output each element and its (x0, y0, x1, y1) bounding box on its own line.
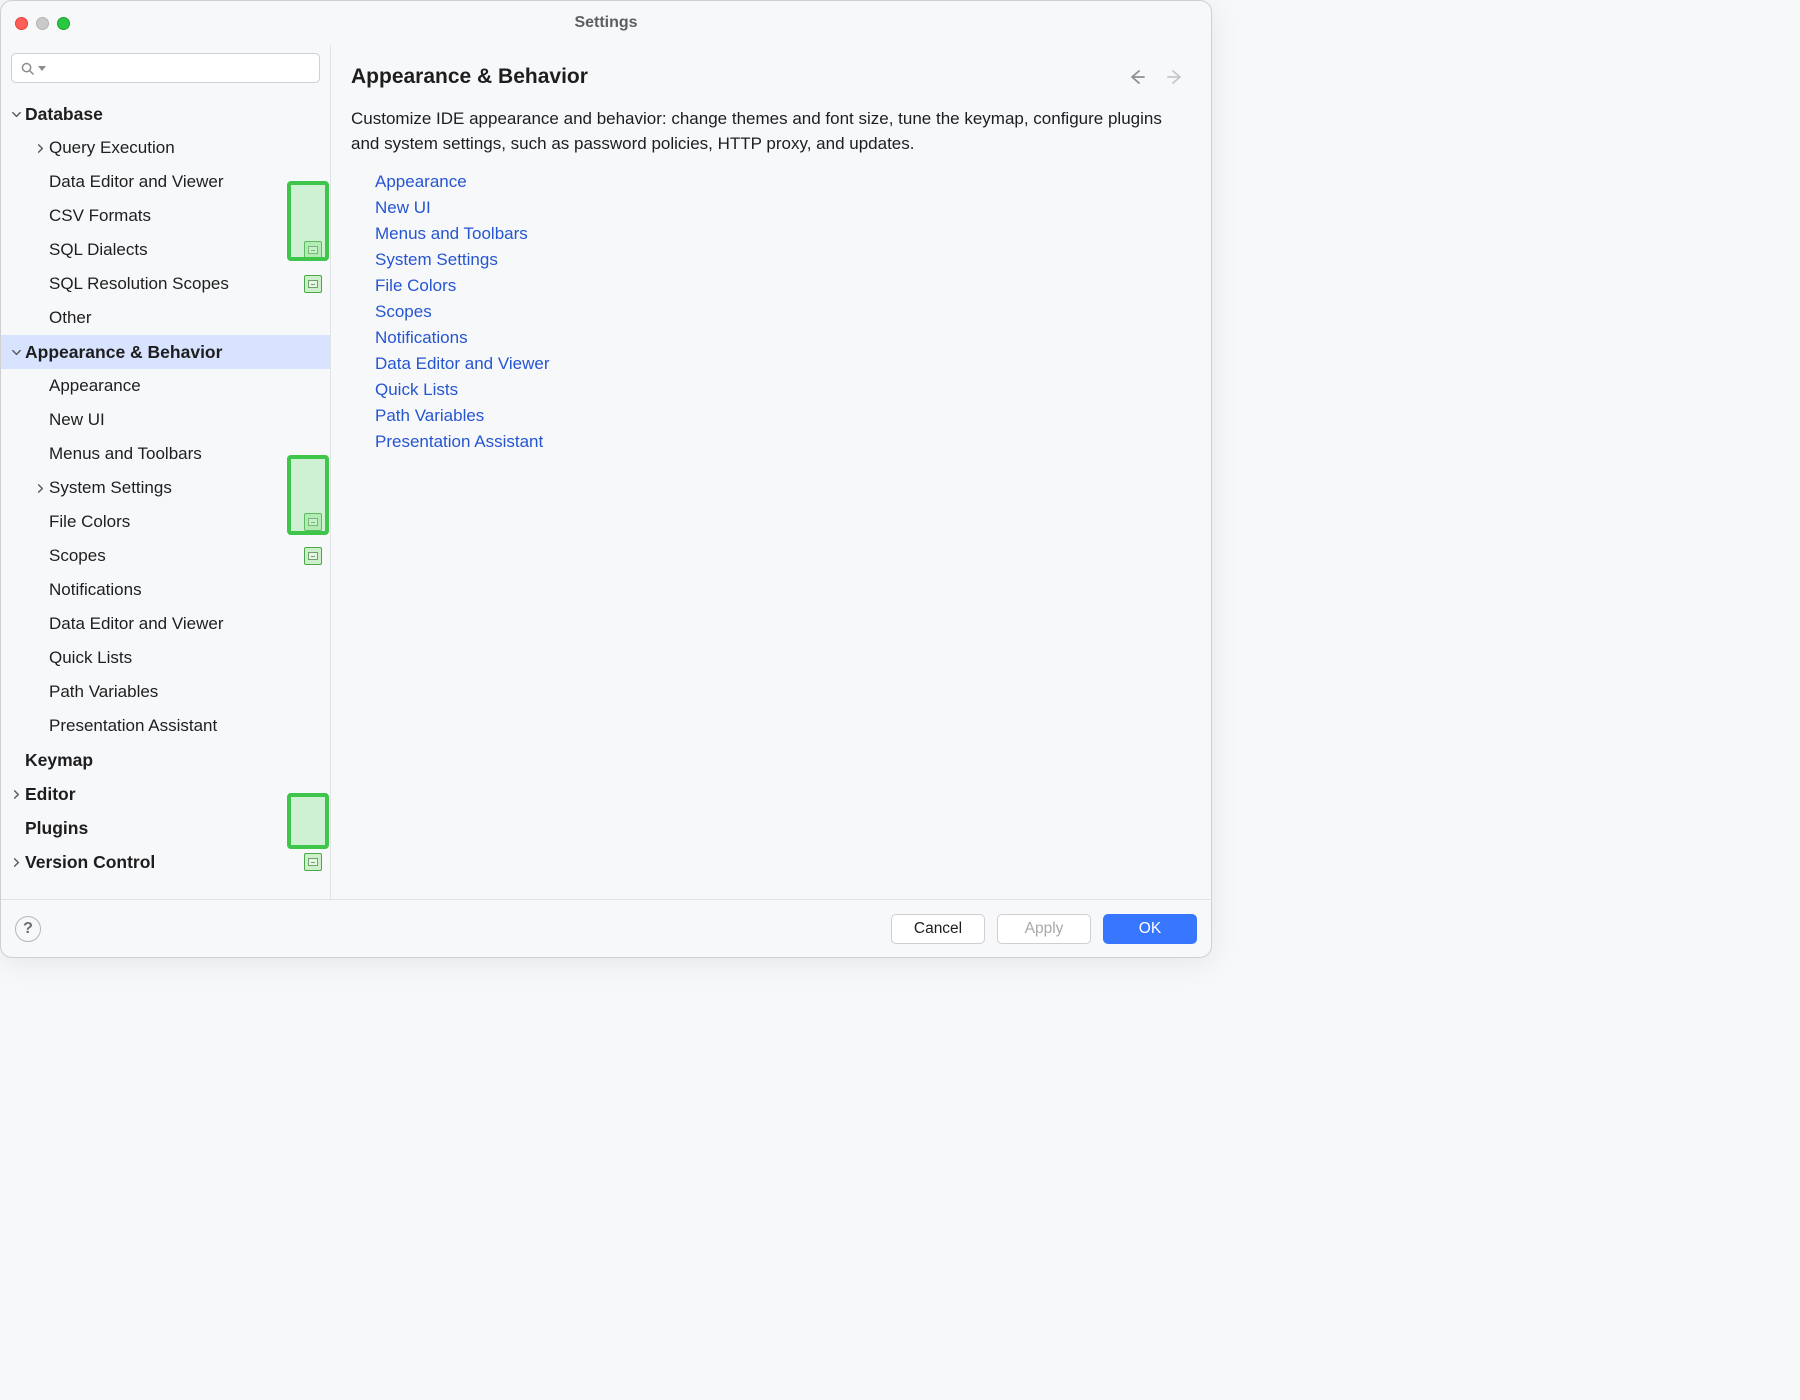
subpage-link[interactable]: Scopes (375, 302, 1185, 322)
nav-forward-button[interactable] (1165, 67, 1185, 87)
tree-item[interactable]: Appearance (1, 369, 330, 403)
apply-button[interactable]: Apply (997, 914, 1091, 944)
chevron-down-icon[interactable] (7, 347, 25, 358)
subpage-link[interactable]: Menus and Toolbars (375, 224, 1185, 244)
dialog-footer: ? Cancel Apply OK (1, 899, 1211, 957)
tree-item-label: Scopes (49, 546, 106, 566)
cancel-button[interactable]: Cancel (891, 914, 985, 944)
tree-item[interactable]: Menus and Toolbars (1, 437, 330, 471)
project-level-indicator-icon (304, 853, 322, 871)
tree-item-label: Menus and Toolbars (49, 444, 202, 464)
tree-item[interactable]: Scopes (1, 539, 330, 573)
tree-item[interactable]: Database (1, 97, 330, 131)
tree-item[interactable]: System Settings (1, 471, 330, 505)
minimize-window-button[interactable] (36, 17, 49, 30)
settings-window: Settings Database Query Execution Data Edi… (0, 0, 1212, 958)
subpage-link[interactable]: New UI (375, 198, 1185, 218)
subpage-link[interactable]: System Settings (375, 250, 1185, 270)
settings-search-input[interactable] (11, 53, 320, 83)
chevron-right-icon[interactable] (7, 789, 25, 800)
nav-back-button[interactable] (1127, 67, 1147, 87)
project-level-indicator-icon (304, 275, 322, 293)
tree-item-label: Other (49, 308, 92, 328)
tree-item-label: System Settings (49, 478, 172, 498)
project-level-indicator-icon (304, 513, 322, 531)
tree-item[interactable]: Editor (1, 777, 330, 811)
subpage-link[interactable]: File Colors (375, 276, 1185, 296)
tree-item-label: File Colors (49, 512, 130, 532)
tree-item[interactable]: Quick Lists (1, 641, 330, 675)
tree-item-label: Path Variables (49, 682, 158, 702)
tree-item-label: Notifications (49, 580, 142, 600)
settings-main-panel: Appearance & Behavior Customize IDE appe… (331, 45, 1211, 899)
chevron-right-icon[interactable] (7, 857, 25, 868)
search-history-dropdown-icon[interactable] (38, 66, 46, 71)
tree-item[interactable]: Path Variables (1, 675, 330, 709)
tree-item-label: CSV Formats (49, 206, 151, 226)
tree-item[interactable]: Query Execution (1, 131, 330, 165)
subpage-link[interactable]: Data Editor and Viewer (375, 354, 1185, 374)
chevron-right-icon[interactable] (31, 483, 49, 494)
subpage-link[interactable]: Appearance (375, 172, 1185, 192)
window-controls (15, 17, 70, 30)
tree-item[interactable]: CSV Formats (1, 199, 330, 233)
tree-item[interactable]: Other (1, 301, 330, 335)
subpage-link[interactable]: Path Variables (375, 406, 1185, 426)
tree-item[interactable]: Presentation Assistant (1, 709, 330, 743)
tree-item[interactable]: Data Editor and Viewer (1, 607, 330, 641)
tree-item[interactable]: Version Control (1, 845, 330, 879)
titlebar: Settings (1, 1, 1211, 45)
page-description: Customize IDE appearance and behavior: c… (351, 107, 1181, 156)
tree-item-label: Keymap (25, 750, 93, 771)
settings-tree[interactable]: Database Query Execution Data Editor and V… (1, 93, 330, 899)
tree-item-label: Appearance & Behavior (25, 342, 222, 363)
project-level-indicator-icon (304, 547, 322, 565)
chevron-right-icon[interactable] (31, 143, 49, 154)
subpage-link[interactable]: Notifications (375, 328, 1185, 348)
tree-item[interactable]: Keymap (1, 743, 330, 777)
help-button[interactable]: ? (15, 916, 41, 942)
tree-item[interactable]: Notifications (1, 573, 330, 607)
tree-item-label: Query Execution (49, 138, 175, 158)
window-title: Settings (1, 14, 1211, 32)
tree-item-label: Data Editor and Viewer (49, 172, 224, 192)
settings-sidebar: Database Query Execution Data Editor and V… (1, 45, 331, 899)
tree-item-label: Plugins (25, 818, 88, 839)
tree-item-label: New UI (49, 410, 105, 430)
chevron-down-icon[interactable] (7, 109, 25, 120)
tree-item-label: SQL Resolution Scopes (49, 274, 229, 294)
tree-item-label: Database (25, 104, 103, 125)
tree-item[interactable]: SQL Dialects (1, 233, 330, 267)
tree-item[interactable]: Data Editor and Viewer (1, 165, 330, 199)
tree-item[interactable]: File Colors (1, 505, 330, 539)
project-level-indicator-icon (304, 241, 322, 259)
page-title: Appearance & Behavior (351, 65, 588, 89)
tree-item[interactable]: Plugins (1, 811, 330, 845)
tree-item-label: Quick Lists (49, 648, 132, 668)
tree-item[interactable]: New UI (1, 403, 330, 437)
tree-item-label: Appearance (49, 376, 141, 396)
tree-item[interactable]: Appearance & Behavior (1, 335, 330, 369)
ok-button[interactable]: OK (1103, 914, 1197, 944)
close-window-button[interactable] (15, 17, 28, 30)
tree-item-label: Version Control (25, 852, 155, 873)
subpage-link[interactable]: Quick Lists (375, 380, 1185, 400)
maximize-window-button[interactable] (57, 17, 70, 30)
subpage-links: Appearance New UI Menus and Toolbars System… (351, 172, 1185, 452)
tree-item-label: Presentation Assistant (49, 716, 217, 736)
tree-item-label: SQL Dialects (49, 240, 148, 260)
subpage-link[interactable]: Presentation Assistant (375, 432, 1185, 452)
tree-item-label: Data Editor and Viewer (49, 614, 224, 634)
tree-item-label: Editor (25, 784, 76, 805)
tree-item[interactable]: SQL Resolution Scopes (1, 267, 330, 301)
search-icon (20, 61, 35, 76)
